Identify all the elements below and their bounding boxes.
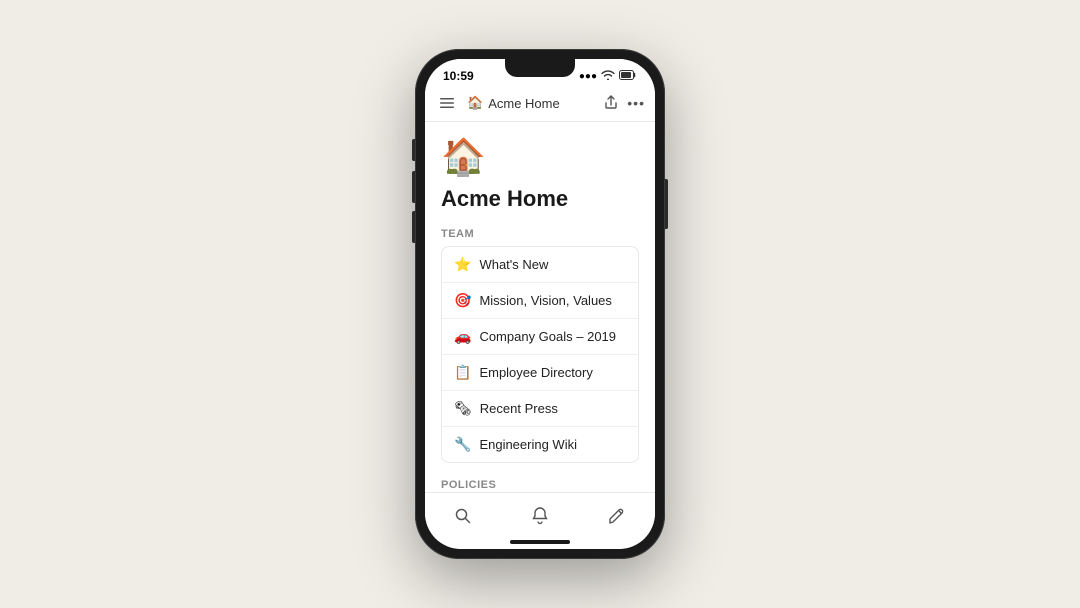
page-content: 🏠 Acme Home Team ⭐ What's New 🎯 Mission,… (425, 122, 655, 492)
nav-title-area: 🏠 Acme Home (467, 95, 597, 111)
tab-bar (425, 492, 655, 535)
nav-title: Acme Home (488, 96, 560, 111)
share-icon[interactable] (605, 95, 617, 112)
item-label: Employee Directory (479, 365, 592, 380)
item-emoji: 🎯 (454, 292, 471, 309)
wifi-icon (601, 70, 615, 83)
page-title: Acme Home (441, 186, 639, 212)
phone-screen: 10:59 ●●● (425, 59, 655, 549)
navigation-bar: 🏠 Acme Home ••• (425, 87, 655, 122)
item-label: Company Goals – 2019 (479, 329, 616, 344)
status-time: 10:59 (443, 69, 474, 83)
item-emoji: 🚗 (454, 328, 471, 345)
power-button (665, 179, 668, 229)
section-team-heading: Team (441, 228, 639, 240)
item-label: Mission, Vision, Values (479, 293, 611, 308)
list-item[interactable]: 🔧 Engineering Wiki (442, 427, 638, 462)
item-emoji: 📋 (454, 364, 471, 381)
signal-icon: ●●● (579, 71, 597, 82)
status-icons: ●●● (579, 70, 637, 83)
notifications-tab[interactable] (522, 501, 558, 531)
item-label: Recent Press (480, 401, 558, 416)
menu-icon[interactable] (435, 91, 459, 115)
list-item[interactable]: 🎯 Mission, Vision, Values (442, 283, 638, 319)
more-icon[interactable]: ••• (627, 95, 645, 111)
compose-tab[interactable] (599, 501, 635, 531)
team-list: ⭐ What's New 🎯 Mission, Vision, Values 🚗… (441, 246, 639, 463)
search-tab[interactable] (445, 501, 481, 531)
list-item[interactable]: ⭐ What's New (442, 247, 638, 283)
nav-emoji: 🏠 (467, 95, 483, 111)
item-emoji: 🗞 (454, 400, 472, 417)
volume-up-button (412, 171, 415, 203)
phone-notch (505, 59, 575, 77)
list-item[interactable]: 🗞 Recent Press (442, 391, 638, 427)
list-item[interactable]: 🚗 Company Goals – 2019 (442, 319, 638, 355)
page-emoji: 🏠 (441, 136, 639, 178)
item-emoji: ⭐ (454, 256, 471, 273)
item-label: Engineering Wiki (479, 437, 577, 452)
battery-icon (619, 70, 637, 83)
home-indicator (425, 535, 655, 549)
section-policies-heading: Policies (441, 479, 639, 491)
nav-right-icons: ••• (605, 95, 645, 112)
home-indicator-bar (510, 540, 570, 544)
item-emoji: 🔧 (454, 436, 471, 453)
volume-down-button (412, 211, 415, 243)
list-item[interactable]: 📋 Employee Directory (442, 355, 638, 391)
item-label: What's New (479, 257, 548, 272)
phone-frame: 10:59 ●●● (415, 49, 665, 559)
volume-mute-button (412, 139, 415, 161)
